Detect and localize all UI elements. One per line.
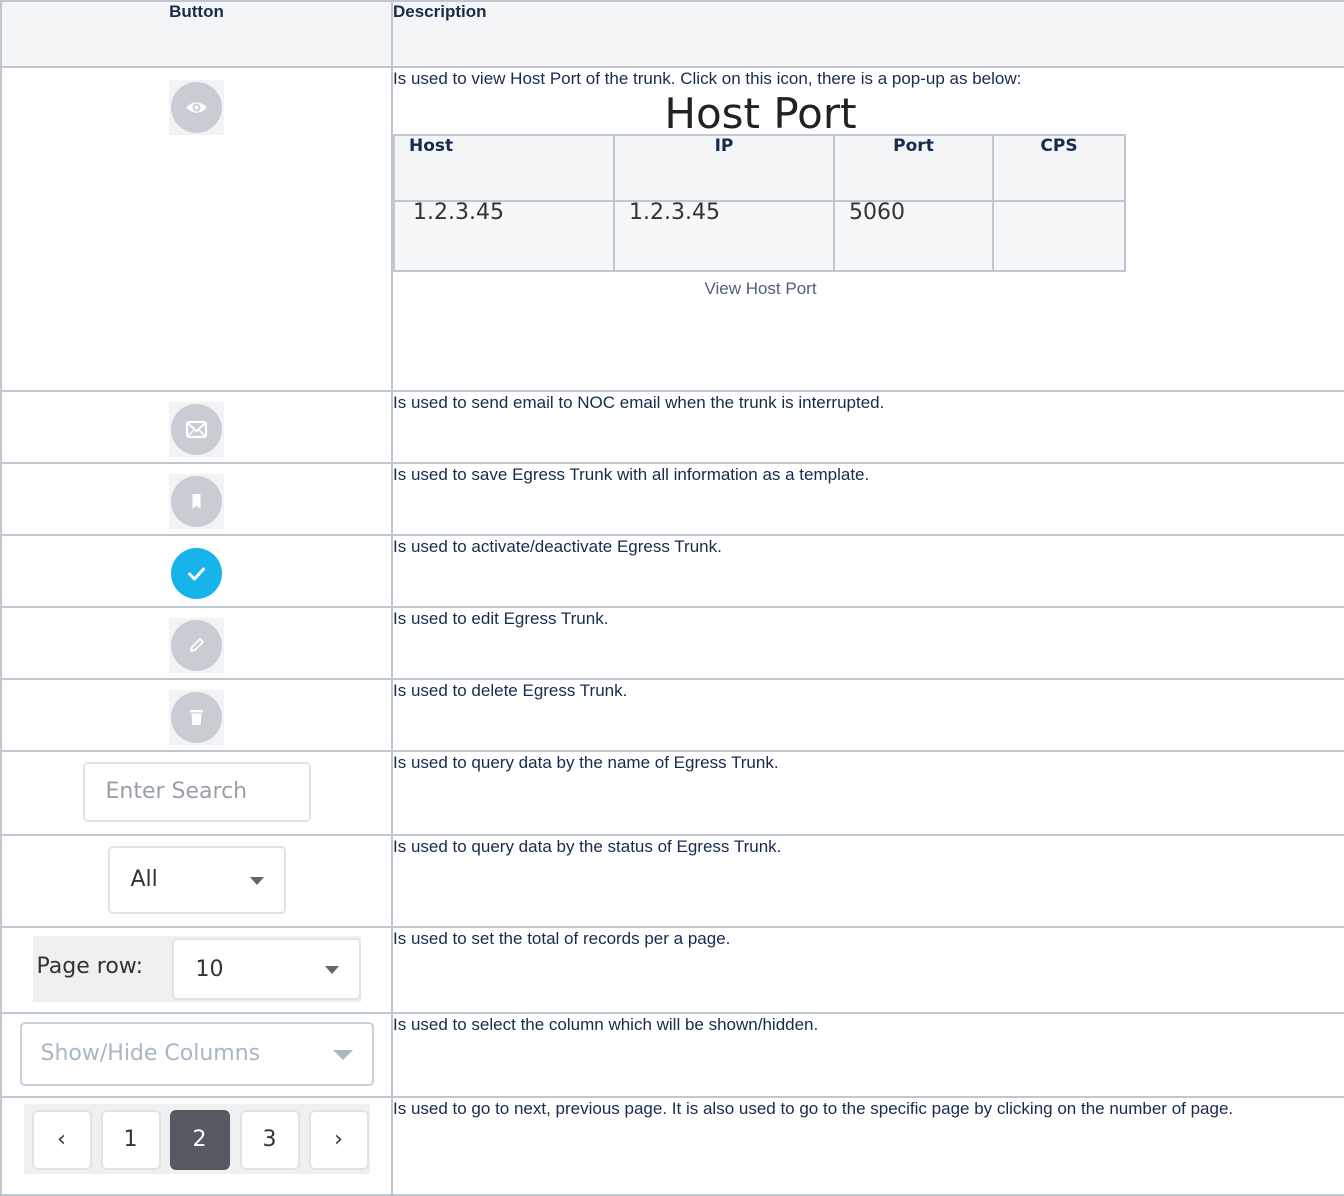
show-hide-columns-select[interactable]: Show/Hide Columns <box>19 1022 374 1086</box>
table-row: Is used to edit Egress Trunk. <box>0 606 1344 680</box>
row-description: Is used to query data by the status of E… <box>391 834 1344 928</box>
cell-port: 5060 <box>833 200 994 272</box>
activate-toggle-button[interactable] <box>171 548 222 599</box>
row-description: Is used to set the total of records per … <box>391 926 1344 1014</box>
prev-page-button[interactable]: ‹ <box>31 1110 92 1170</box>
edit-button[interactable] <box>171 620 222 671</box>
trash-icon <box>190 710 203 725</box>
table-row: Is used to delete Egress Trunk. <box>0 678 1344 752</box>
table-row: ‹ 1 2 3 › Is used to go to next, previou… <box>0 1096 1344 1196</box>
header-description: Description <box>391 0 1344 68</box>
header-button: Button <box>0 0 393 68</box>
show-hide-columns-placeholder: Show/Hide Columns <box>40 1041 261 1066</box>
table-row: Is used to view Host Port of the trunk. … <box>0 66 1344 392</box>
chevron-down-icon <box>332 1050 353 1060</box>
page-1-button[interactable]: 1 <box>100 1110 161 1170</box>
row-description: Is used to query data by the name of Egr… <box>391 750 1344 836</box>
bookmark-icon <box>192 494 201 509</box>
host-port-popup: Host Port Host IP Port CPS 1.2.3.45 1.2.… <box>393 89 1128 299</box>
status-select[interactable]: All <box>107 846 286 914</box>
check-icon <box>188 567 205 581</box>
status-select-value: All <box>130 867 158 892</box>
next-page-button[interactable]: › <box>308 1110 369 1170</box>
row-description: Is used to go to next, previous page. It… <box>391 1096 1344 1196</box>
page-row-label: Page row: <box>36 954 143 979</box>
view-button[interactable] <box>171 82 222 133</box>
row-description: Is used to activate/deactivate Egress Tr… <box>391 534 1344 608</box>
cell-cps <box>992 200 1126 272</box>
row-description: Is used to view Host Port of the trunk. … <box>393 69 1022 88</box>
chevron-down-icon <box>249 877 264 885</box>
pagination: ‹ 1 2 3 › <box>23 1104 370 1174</box>
image-caption: View Host Port <box>704 279 817 298</box>
row-description: Is used to save Egress Trunk with all in… <box>391 462 1344 536</box>
email-button[interactable] <box>171 404 222 455</box>
table-row: Enter Search Is used to query data by th… <box>0 750 1344 836</box>
column-port: Port <box>833 134 994 202</box>
page-row-value: 10 <box>195 957 224 982</box>
eye-icon <box>186 102 207 113</box>
table-row: Page row: 10 Is used to set the total of… <box>0 926 1344 1014</box>
page-row-select[interactable]: 10 <box>171 938 361 1000</box>
page-3-button[interactable]: 3 <box>239 1110 300 1170</box>
table-row: Is used to send email to NOC email when … <box>0 390 1344 464</box>
row-description: Is used to select the column which will … <box>391 1012 1344 1098</box>
search-input[interactable]: Enter Search <box>82 762 311 822</box>
save-template-button[interactable] <box>171 476 222 527</box>
button-description-table: Button Description Is used to view Host … <box>0 0 1344 1196</box>
popup-title: Host Port <box>664 89 857 138</box>
chevron-down-icon <box>324 966 339 974</box>
table-row: Is used to activate/deactivate Egress Tr… <box>0 534 1344 608</box>
table-row: All Is used to query data by the status … <box>0 834 1344 928</box>
cell-host: 1.2.3.45 <box>393 200 615 272</box>
header-row: Button Description <box>0 0 1344 68</box>
column-host: Host <box>393 134 615 202</box>
row-description: Is used to send email to NOC email when … <box>391 390 1344 464</box>
row-description: Is used to edit Egress Trunk. <box>391 606 1344 680</box>
host-port-table: Host IP Port CPS 1.2.3.45 1.2.3.45 5060 <box>393 134 1126 272</box>
page-row-control: Page row: 10 <box>32 936 361 1002</box>
delete-button[interactable] <box>171 692 222 743</box>
email-icon <box>185 420 208 439</box>
pencil-icon <box>190 638 204 652</box>
cell-ip: 1.2.3.45 <box>613 200 835 272</box>
column-cps: CPS <box>992 134 1126 202</box>
column-ip: IP <box>613 134 835 202</box>
table-row: Show/Hide Columns Is used to select the … <box>0 1012 1344 1098</box>
row-description: Is used to delete Egress Trunk. <box>391 678 1344 752</box>
page-2-button[interactable]: 2 <box>169 1110 230 1170</box>
table-row: Is used to save Egress Trunk with all in… <box>0 462 1344 536</box>
